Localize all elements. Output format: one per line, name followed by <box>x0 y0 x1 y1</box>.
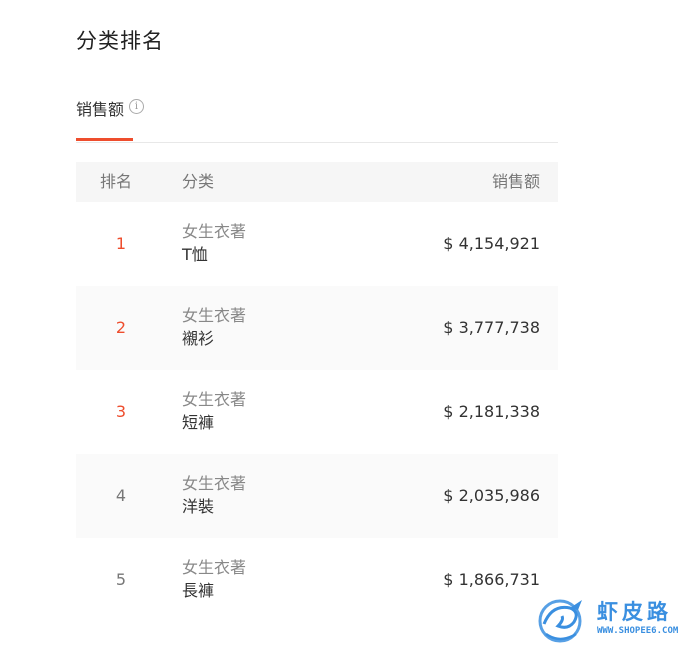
ranking-table: 排名 分类 销售额 1 女生衣著 T恤 $ 4,154,921 2 女生衣著 襯… <box>76 162 558 622</box>
sales-value: $ 3,777,738 <box>443 318 540 337</box>
active-tab-indicator <box>76 138 133 141</box>
table-row: 5 女生衣著 長褲 $ 1,866,731 <box>76 538 558 622</box>
rank-number: 3 <box>115 402 127 421</box>
page-title: 分类排名 <box>76 29 164 53</box>
header-category: 分类 <box>182 172 215 191</box>
rank-number: 2 <box>115 318 127 337</box>
rank-number: 1 <box>115 234 127 253</box>
category-parent: 女生衣著 <box>182 306 247 325</box>
category-cell: 女生衣著 T恤 <box>182 220 246 266</box>
header-sales: 销售额 <box>491 172 540 191</box>
category-ranking-panel: 分类排名 销售额 i 排名 分类 销售额 1 女生衣著 T恤 $ 4,154,9… <box>0 0 695 659</box>
table-header: 排名 分类 销售额 <box>76 162 558 202</box>
sales-value: $ 2,035,986 <box>443 486 540 505</box>
rank-number: 4 <box>115 486 127 505</box>
header-rank: 排名 <box>100 172 133 191</box>
category-child: 短褲 <box>182 413 215 432</box>
tab-sales[interactable]: 销售额 i <box>76 88 145 141</box>
category-parent: 女生衣著 <box>182 558 247 577</box>
category-cell: 女生衣著 短褲 <box>182 388 246 434</box>
dragon-logo-icon <box>538 599 582 643</box>
info-icon[interactable]: i <box>129 99 145 114</box>
table-row: 1 女生衣著 T恤 $ 4,154,921 <box>76 202 558 286</box>
category-cell: 女生衣著 襯衫 <box>182 304 246 350</box>
sales-value: $ 2,181,338 <box>443 402 540 421</box>
table-row: 2 女生衣著 襯衫 $ 3,777,738 <box>76 286 558 370</box>
sales-value: $ 1,866,731 <box>443 570 540 589</box>
category-parent: 女生衣著 <box>182 390 247 409</box>
category-cell: 女生衣著 長褲 <box>182 556 246 602</box>
sales-value: $ 4,154,921 <box>443 234 540 253</box>
category-child: 長褲 <box>182 581 215 600</box>
category-child: 洋裝 <box>182 497 215 516</box>
category-child: 襯衫 <box>182 329 215 348</box>
category-child: T恤 <box>182 245 208 264</box>
metric-tabs: 销售额 i <box>76 88 558 143</box>
watermark: 虾皮路 WWW.SHOPEE6.COM <box>534 594 684 646</box>
category-cell: 女生衣著 洋裝 <box>182 472 246 518</box>
category-parent: 女生衣著 <box>182 474 247 493</box>
table-row: 3 女生衣著 短褲 $ 2,181,338 <box>76 370 558 454</box>
category-parent: 女生衣著 <box>182 222 247 241</box>
table-row: 4 女生衣著 洋裝 $ 2,035,986 <box>76 454 558 538</box>
watermark-text: 虾皮路 <box>597 600 672 624</box>
rank-number: 5 <box>115 570 127 589</box>
tab-sales-label: 销售额 <box>76 100 125 119</box>
watermark-url: WWW.SHOPEE6.COM <box>597 626 679 636</box>
